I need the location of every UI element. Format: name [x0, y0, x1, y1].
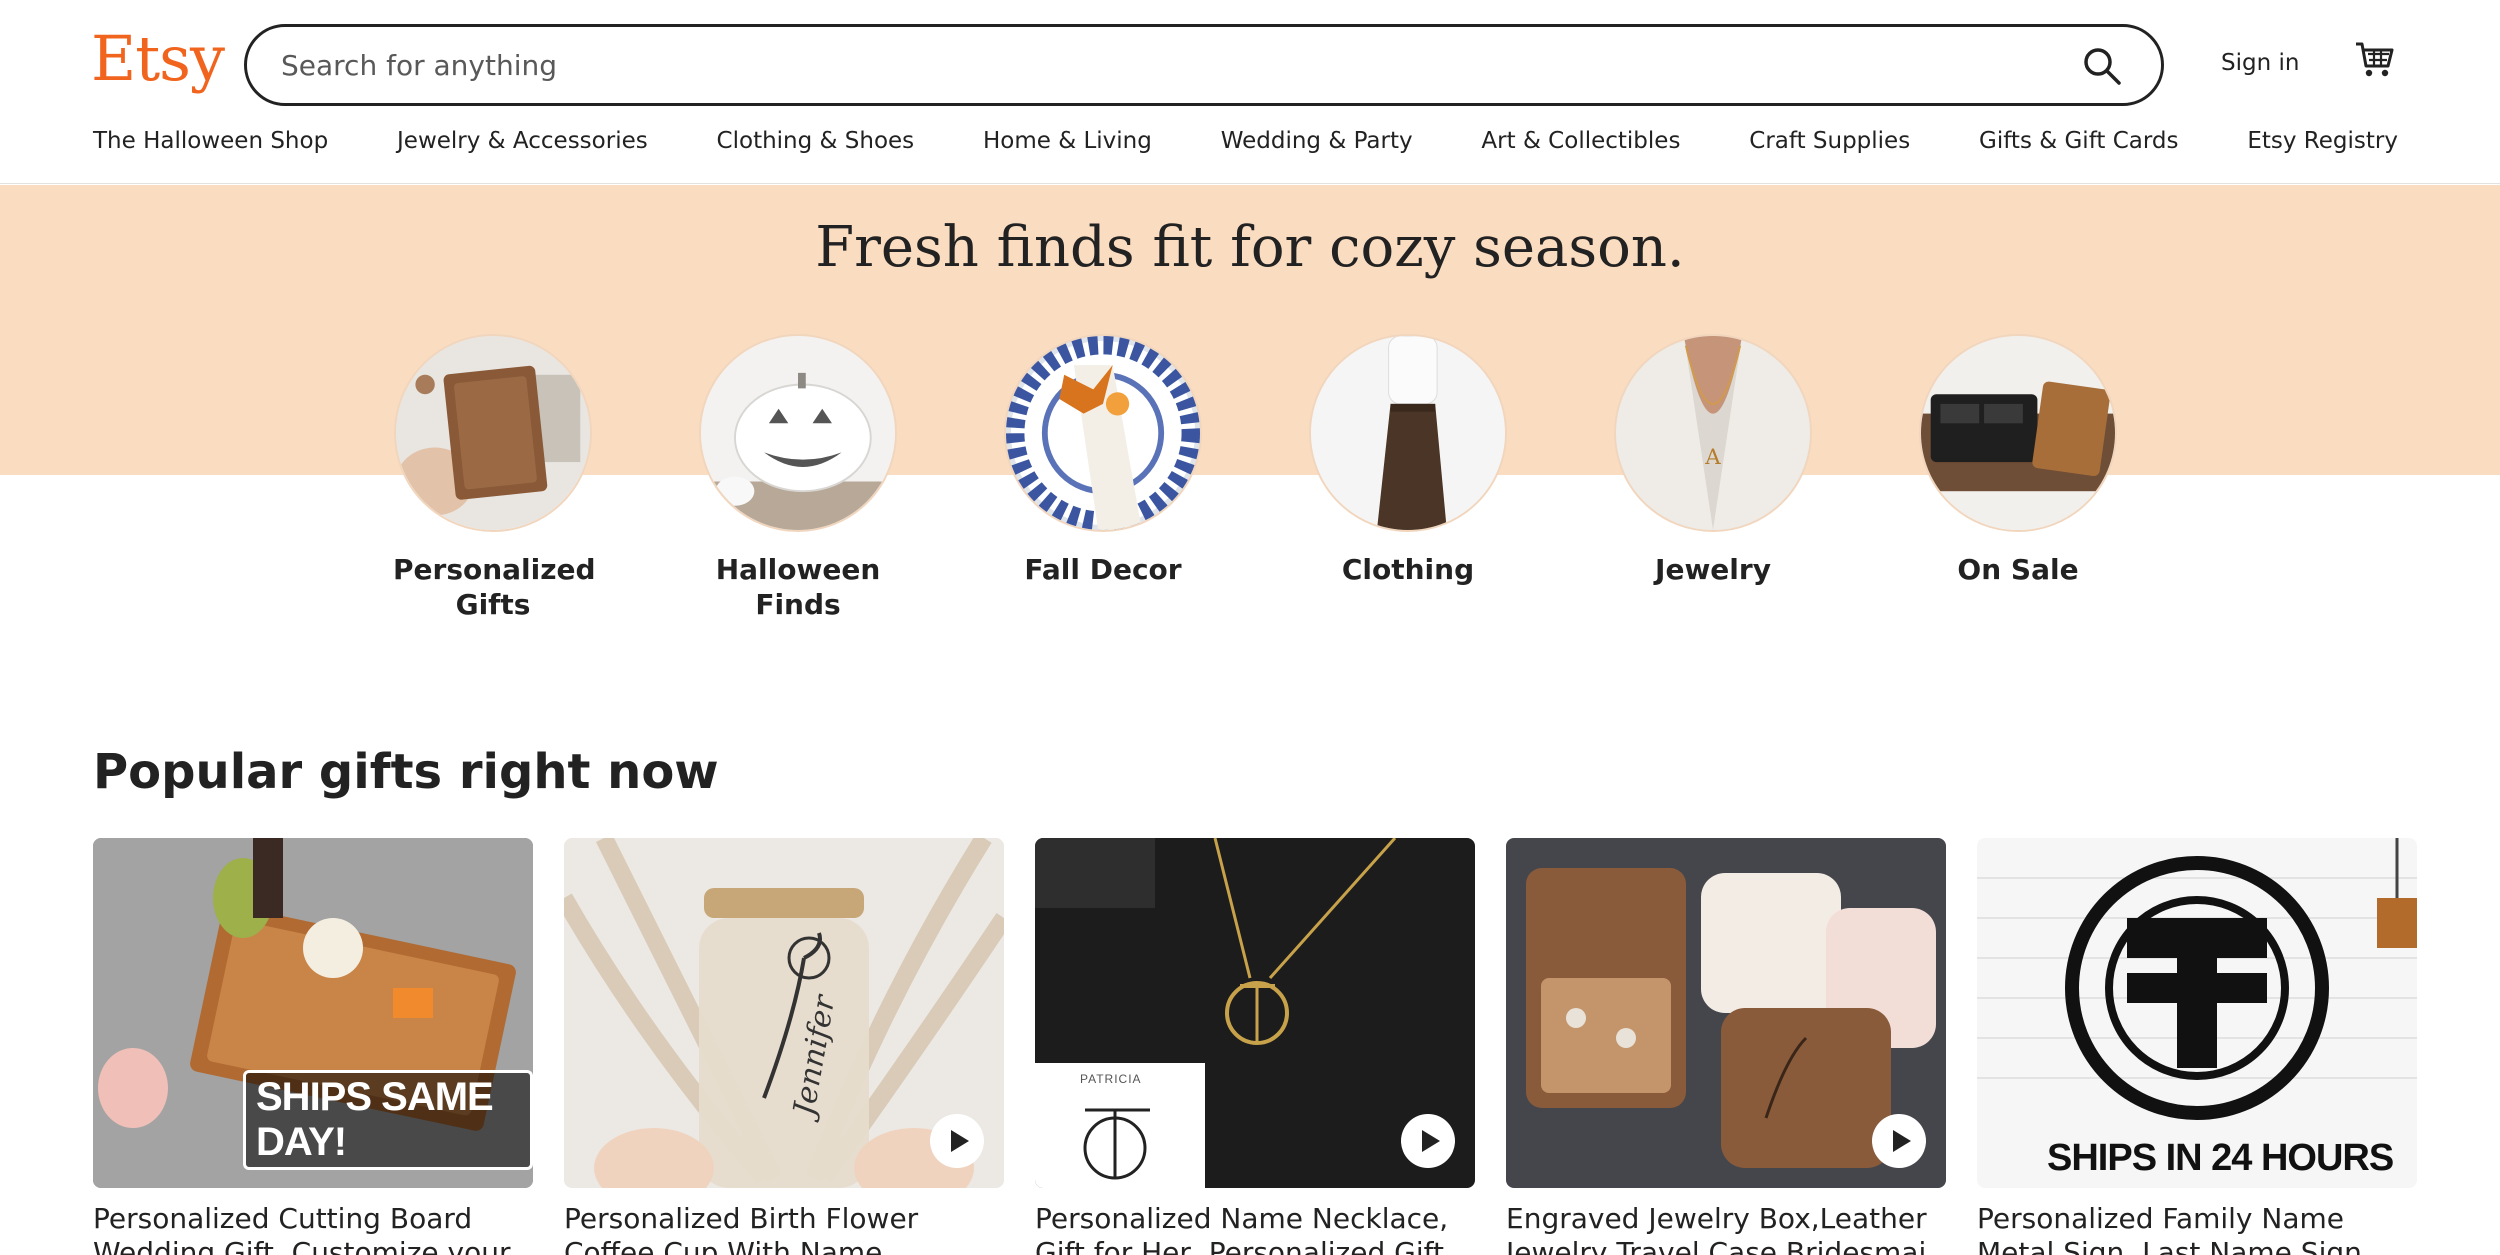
metal-sign-graphic [1977, 838, 2417, 1188]
product-card[interactable]: Engraved Jewelry Box,Leather Jewelry Tra… [1506, 838, 1946, 1255]
nav-item-home-living[interactable]: Home & Living [983, 128, 1152, 160]
product-card[interactable]: PATRICIA Personalized Name Necklace, Gif… [1035, 838, 1475, 1255]
product-card[interactable]: SHIPS IN 24 HOURS Personalized Family Na… [1977, 838, 2417, 1255]
product-title[interactable]: Personalized Name Necklace, Gift for Her… [1035, 1202, 1475, 1255]
category-jewelry[interactable]: A Jewelry [1613, 334, 1813, 587]
category-label: Halloween Finds [715, 553, 881, 621]
category-label: Fall Decor [1024, 553, 1182, 586]
initial-necklace-image[interactable]: A [1614, 334, 1812, 532]
sign-in-link[interactable]: Sign in [2221, 50, 2299, 76]
play-video-icon[interactable] [1872, 1114, 1926, 1168]
white-pumpkin-image[interactable] [699, 334, 897, 532]
search-input[interactable]: Search for anything [281, 49, 557, 82]
search-bar[interactable]: Search for anything [244, 24, 2164, 106]
recipe-book-image[interactable] [394, 334, 592, 532]
nav-item-halloween-shop[interactable]: The Halloween Shop [93, 128, 328, 160]
ships-same-day-badge: SHIPS SAME DAY! [243, 1070, 533, 1170]
hero-title: Fresh finds fit for cozy season. [815, 215, 1685, 280]
product-image-name-necklace[interactable]: PATRICIA [1035, 838, 1475, 1188]
search-icon[interactable] [2081, 45, 2123, 87]
product-image-coffee-cup[interactable]: Jennifer [564, 838, 1004, 1188]
initial-necklace-image-graphic: A [1616, 336, 1810, 530]
brown-skirt-image-graphic [1311, 336, 1505, 530]
white-pumpkin-image-graphic [701, 336, 895, 530]
ships-24-hours-badge: SHIPS IN 24 HOURS [2047, 1137, 2394, 1179]
category-label: Jewelry [1655, 553, 1771, 586]
recipe-book-image-graphic [396, 336, 590, 530]
category-personalized-gifts[interactable]: Personalized Gifts [393, 334, 596, 622]
leather-wallet-image-graphic [1921, 336, 2115, 530]
category-on-sale[interactable]: On Sale [1918, 334, 2118, 587]
product-image-cutting-board[interactable]: SHIPS SAME DAY! [93, 838, 533, 1188]
nav-item-craft-supplies[interactable]: Craft Supplies [1749, 128, 1910, 160]
category-fall-decor[interactable]: Fall Decor [1003, 334, 1203, 587]
category-nav: The Halloween Shop Jewelry & Accessories… [93, 128, 2398, 160]
fall-napkin-plate-image[interactable] [1004, 334, 1202, 532]
cart-icon[interactable] [2354, 40, 2396, 80]
play-video-icon[interactable] [1401, 1114, 1455, 1168]
product-card[interactable]: Jennifer Personalized Birth Flower Coffe… [564, 838, 1004, 1255]
product-image-metal-sign[interactable]: SHIPS IN 24 HOURS [1977, 838, 2417, 1188]
category-label: Clothing [1341, 553, 1475, 586]
category-clothing[interactable]: Clothing [1308, 334, 1508, 587]
section-title: Popular gifts right now [93, 744, 719, 800]
product-card[interactable]: SHIPS SAME DAY! Personalized Cutting Boa… [93, 838, 533, 1255]
nav-item-clothing-shoes[interactable]: Clothing & Shoes [717, 128, 915, 160]
product-title[interactable]: Personalized Cutting Board Wedding Gift,… [93, 1202, 533, 1255]
nav-item-etsy-registry[interactable]: Etsy Registry [2247, 128, 2398, 160]
category-label: On Sale [1957, 553, 2079, 586]
fall-napkin-plate-image-graphic [1006, 336, 1200, 530]
play-video-icon[interactable] [930, 1114, 984, 1168]
product-image-jewelry-box[interactable] [1506, 838, 1946, 1188]
nav-item-art-collectibles[interactable]: Art & Collectibles [1481, 128, 1680, 160]
product-title[interactable]: Personalized Family Name Metal Sign, Las… [1977, 1202, 2417, 1255]
brown-skirt-image[interactable] [1309, 334, 1507, 532]
nav-item-wedding-party[interactable]: Wedding & Party [1221, 128, 1413, 160]
product-title[interactable]: Personalized Birth Flower Coffee Cup Wit… [564, 1202, 1004, 1255]
category-label: Personalized Gifts [393, 553, 596, 621]
category-halloween-finds[interactable]: Halloween Finds [698, 334, 898, 622]
nav-item-jewelry-accessories[interactable]: Jewelry & Accessories [397, 128, 648, 160]
etsy-logo[interactable]: Etsy [91, 22, 225, 95]
leather-wallet-image[interactable] [1919, 334, 2117, 532]
product-title[interactable]: Engraved Jewelry Box,Leather Jewelry Tra… [1506, 1202, 1946, 1255]
nav-item-gifts-gift-cards[interactable]: Gifts & Gift Cards [1979, 128, 2179, 160]
necklace-name-label: PATRICIA [1080, 1072, 1142, 1086]
site-header: Etsy Search for anything Sign in The Hal… [0, 0, 2500, 184]
svg-text:A: A [1704, 445, 1721, 470]
